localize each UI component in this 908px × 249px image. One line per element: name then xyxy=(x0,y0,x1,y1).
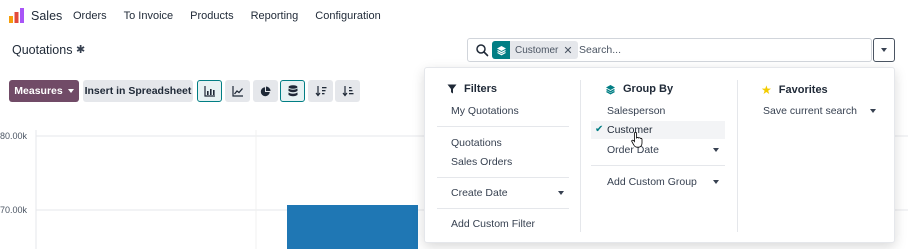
filters-title: Filters xyxy=(464,83,498,95)
groupby-header: Group By xyxy=(605,83,673,95)
search-bar[interactable]: Customer ✕ xyxy=(467,38,872,62)
divider xyxy=(437,177,569,178)
groupby-customer-label: Customer xyxy=(607,124,653,136)
layers-icon xyxy=(606,84,615,94)
database-icon xyxy=(288,85,297,97)
facet-remove-icon[interactable]: ✕ xyxy=(563,44,577,57)
y-tick-label: 70.00k xyxy=(0,205,28,215)
top-navbar: Sales Orders To Invoice Products Reporti… xyxy=(0,0,908,32)
add-custom-group[interactable]: Add Custom Group xyxy=(607,176,697,188)
filter-sales-orders[interactable]: Sales Orders xyxy=(451,156,512,168)
star-icon: ★ xyxy=(761,83,772,97)
chart-bar[interactable] xyxy=(287,205,418,249)
caret-down-icon[interactable] xyxy=(713,148,719,152)
save-current-search[interactable]: Save current search xyxy=(763,105,857,117)
caret-down-icon xyxy=(881,48,887,52)
measures-button[interactable]: Measures xyxy=(9,80,79,102)
bar-chart-button[interactable] xyxy=(197,80,222,102)
filter-icon xyxy=(447,84,457,94)
caret-down-icon[interactable] xyxy=(713,180,719,184)
search-icon xyxy=(476,44,489,57)
page-title[interactable]: Quotations xyxy=(12,43,72,57)
menu-configuration[interactable]: Configuration xyxy=(315,10,380,22)
divider xyxy=(437,208,569,209)
filter-create-date[interactable]: Create Date xyxy=(451,187,508,199)
bar-chart-icon xyxy=(203,85,215,97)
stacked-button[interactable] xyxy=(280,80,305,102)
checkmark-icon: ✔ xyxy=(595,124,604,135)
main-menu: Orders To Invoice Products Reporting Con… xyxy=(73,10,398,22)
favorites-header: ★ Favorites xyxy=(761,83,828,97)
divider xyxy=(437,126,569,127)
ascending-sort-button[interactable] xyxy=(335,80,360,102)
insert-label: Insert in Spreadsheet xyxy=(84,85,192,97)
measures-label: Measures xyxy=(14,85,63,97)
caret-down-icon[interactable] xyxy=(558,191,564,195)
add-custom-filter[interactable]: Add Custom Filter xyxy=(451,218,535,230)
menu-reporting[interactable]: Reporting xyxy=(251,10,299,22)
search-panel-dropdown: Filters My Quotations Quotations Sales O… xyxy=(424,67,895,243)
insert-spreadsheet-button[interactable]: Insert in Spreadsheet xyxy=(83,80,193,102)
app-name[interactable]: Sales xyxy=(31,9,62,23)
column-divider xyxy=(580,80,581,232)
pie-chart-button[interactable] xyxy=(253,80,278,102)
layers-icon xyxy=(492,41,510,59)
favorites-title: Favorites xyxy=(778,84,828,96)
line-chart-icon xyxy=(231,85,243,97)
menu-products[interactable]: Products xyxy=(190,10,233,22)
divider xyxy=(591,165,725,166)
groupby-title: Group By xyxy=(623,83,674,95)
caret-down-icon[interactable] xyxy=(870,109,876,113)
menu-to-invoice[interactable]: To Invoice xyxy=(124,10,174,22)
filter-my-quotations[interactable]: My Quotations xyxy=(451,105,519,117)
groupby-facet: Customer ✕ xyxy=(492,41,578,59)
search-panel-toggle-button[interactable] xyxy=(873,38,895,62)
descending-sort-button[interactable] xyxy=(308,80,333,102)
pie-chart-icon xyxy=(260,86,271,96)
groupby-salesperson[interactable]: Salesperson xyxy=(607,105,665,117)
groupby-customer[interactable]: ✔ Customer xyxy=(591,121,725,139)
sales-app-icon[interactable] xyxy=(8,7,25,24)
column-divider xyxy=(737,80,738,232)
line-chart-button[interactable] xyxy=(225,80,250,102)
filter-quotations[interactable]: Quotations xyxy=(451,137,502,149)
sort-ascending-icon xyxy=(342,86,353,97)
gear-icon[interactable]: ✱ xyxy=(76,43,85,56)
facet-value: Customer xyxy=(515,44,559,56)
y-tick-label: 80.00k xyxy=(0,131,28,141)
sort-descending-icon xyxy=(315,86,326,97)
search-input[interactable] xyxy=(579,42,859,58)
menu-orders[interactable]: Orders xyxy=(73,10,107,22)
hand-cursor-icon xyxy=(631,132,643,148)
filters-header: Filters xyxy=(447,83,497,95)
caret-down-icon xyxy=(67,89,74,93)
